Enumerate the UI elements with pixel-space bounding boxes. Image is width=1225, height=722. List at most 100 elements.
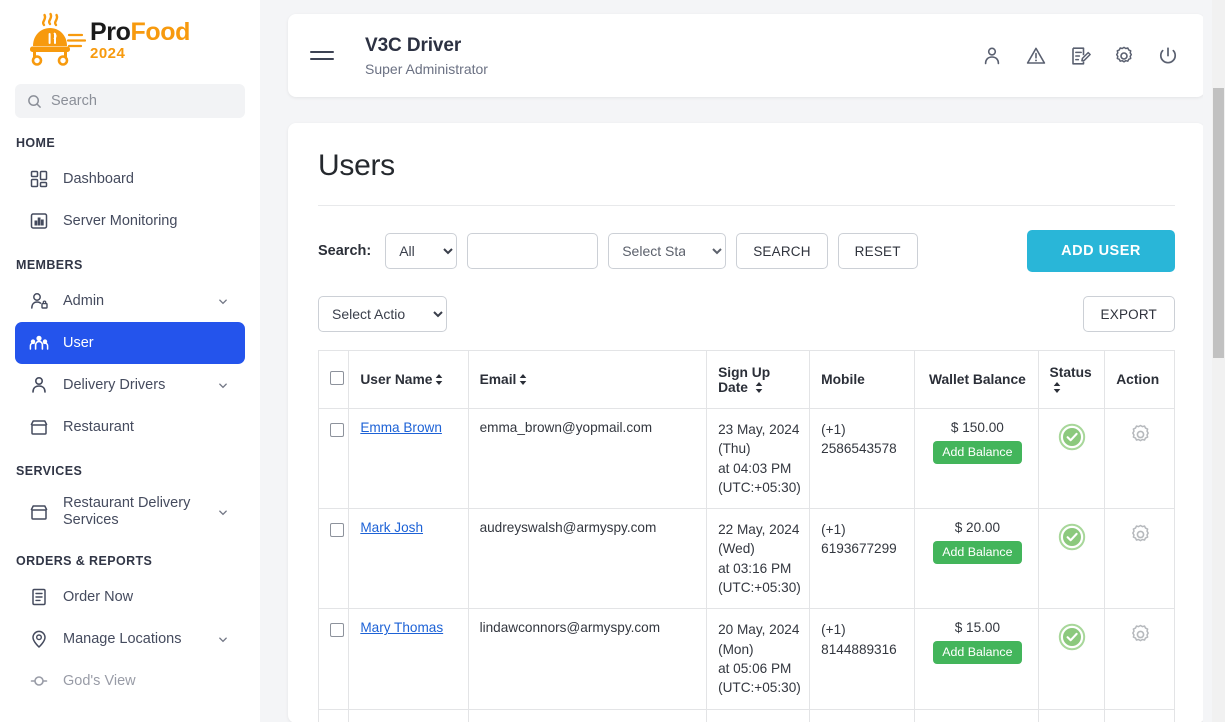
mobile-number: 8144889316 — [821, 641, 897, 657]
main-content: V3C Driver Super Administrator Users Sea… — [260, 0, 1225, 722]
cell-action — [1104, 407, 1175, 510]
chevron-down-icon[interactable] — [213, 380, 233, 391]
sidebar-item-dashboard[interactable]: Dashboard — [15, 158, 245, 200]
settings-gear-icon[interactable] — [1129, 423, 1152, 446]
wallet-amount: $ 15.00 — [954, 620, 1001, 636]
settings-gear-icon[interactable] — [1113, 45, 1135, 67]
sidebar-nav: HOME Dashboard Server Monitoring MEMBERS… — [0, 136, 260, 702]
add-user-button[interactable]: ADD USER — [1027, 230, 1175, 272]
th-user-name[interactable]: User Name — [348, 350, 469, 409]
search-scope-select[interactable]: All — [385, 233, 458, 269]
food-cloche-delivery-icon — [30, 12, 86, 66]
users-panel: Users Search: All Select Status SEARCH R… — [288, 123, 1205, 722]
sidebar-item-user[interactable]: User — [15, 322, 245, 364]
settings-gear-icon[interactable] — [1129, 623, 1152, 646]
green-check-circle-icon[interactable] — [1058, 623, 1086, 651]
row-checkbox[interactable] — [330, 523, 344, 538]
profile-icon[interactable] — [981, 45, 1003, 67]
date-line-1: 23 May, 2024 — [718, 422, 800, 437]
brand-name-food: Food — [130, 17, 190, 46]
sidebar-item-manage-locations[interactable]: Manage Locations — [15, 618, 245, 660]
sort-icon[interactable] — [1053, 381, 1061, 393]
bulk-action-bar: Select Action EXPORT — [318, 296, 1175, 332]
brand-logo[interactable]: ProFood 2024 — [0, 0, 260, 80]
date-line-3: at 05:06 PM — [718, 660, 792, 676]
app-root: ProFood 2024 Search HOME Dashboard Serve… — [0, 0, 1225, 722]
chevron-down-icon[interactable] — [213, 634, 233, 645]
storefront-icon — [30, 505, 48, 520]
sidebar-item-gods-view[interactable]: God's View — [15, 660, 245, 702]
brand-year: 2024 — [90, 44, 126, 62]
sidebar-item-restaurant[interactable]: Restaurant — [15, 406, 245, 448]
green-check-circle-icon[interactable] — [1058, 423, 1086, 451]
power-logout-icon[interactable] — [1157, 45, 1179, 67]
add-balance-button[interactable]: Add Balance — [933, 441, 1022, 464]
sort-icon[interactable] — [519, 374, 527, 385]
cell-wallet: $ 60.00 Add Balance — [914, 708, 1039, 722]
sidebar: ProFood 2024 Search HOME Dashboard Serve… — [0, 0, 260, 722]
chevron-down-icon[interactable] — [213, 507, 233, 518]
select-all-checkbox[interactable] — [330, 371, 344, 385]
bar-chart-icon — [30, 213, 48, 229]
sidebar-item-label: Delivery Drivers — [63, 376, 166, 393]
th-sign-up-date[interactable]: Sign Up Date — [706, 350, 811, 409]
add-balance-button[interactable]: Add Balance — [933, 541, 1022, 565]
topbar: V3C Driver Super Administrator — [288, 14, 1205, 97]
hamburger-menu-icon[interactable] — [310, 47, 336, 65]
th-status[interactable]: Status — [1037, 350, 1106, 409]
search-button[interactable]: SEARCH — [736, 233, 828, 269]
page-scrollbar-thumb[interactable] — [1213, 88, 1224, 358]
search-icon — [28, 94, 41, 108]
select-action-dropdown[interactable]: Select Action — [318, 296, 447, 332]
th-email[interactable]: Email — [467, 350, 708, 409]
nav-section-members: MEMBERS — [16, 258, 83, 272]
table-row: Mary Thomas lindawconnors@armyspy.com 20… — [317, 608, 1175, 710]
add-balance-button[interactable]: Add Balance — [933, 641, 1022, 665]
row-checkbox-cell — [317, 708, 350, 722]
date-line-4: (UTC:+05:30) — [718, 680, 801, 696]
user-name-link[interactable]: Mark Josh — [360, 520, 423, 535]
page-scrollbar[interactable] — [1212, 0, 1225, 722]
reset-button[interactable]: RESET — [837, 233, 918, 269]
status-select[interactable]: Select Status — [608, 233, 727, 269]
user-name-link[interactable]: Emma Brown — [360, 420, 442, 435]
row-checkbox-cell — [317, 608, 350, 710]
cell-sign-up-date: 17 May, 2024 (Fri) at 11:29 AM — [706, 708, 811, 722]
sort-icon[interactable] — [755, 381, 763, 393]
sidebar-item-restaurant-delivery-services[interactable]: Restaurant Delivery Services — [15, 486, 245, 538]
sidebar-item-order-now[interactable]: Order Now — [15, 576, 245, 618]
cell-user-name: Emma Brown — [348, 407, 469, 510]
sidebar-item-server-monitoring[interactable]: Server Monitoring — [15, 200, 245, 242]
user-name-link[interactable]: Mary Thomas — [360, 620, 443, 635]
settings-gear-icon[interactable] — [1129, 523, 1152, 546]
cell-email: lindawconnors@armyspy.com — [467, 608, 708, 710]
green-check-circle-icon[interactable] — [1058, 523, 1086, 551]
th-status-label: Status — [1049, 364, 1092, 380]
search-label: Search: — [318, 243, 372, 259]
sidebar-item-label: God's View — [63, 672, 136, 689]
sidebar-search[interactable]: Search — [15, 84, 245, 118]
wallet-amount: $ 20.00 — [954, 520, 1001, 536]
alert-warning-icon[interactable] — [1025, 45, 1047, 67]
map-pin-icon — [32, 630, 46, 649]
th-mobile-label: Mobile — [821, 372, 865, 387]
chevron-down-icon[interactable] — [213, 296, 233, 307]
edit-document-icon[interactable] — [1069, 45, 1091, 67]
cell-action — [1104, 508, 1175, 610]
row-checkbox[interactable] — [330, 423, 344, 437]
cell-mobile: (+1) 8144889316 — [809, 608, 916, 710]
sort-icon[interactable] — [435, 374, 443, 385]
sidebar-item-admin[interactable]: Admin — [15, 280, 245, 322]
cell-wallet: $ 150.00 Add Balance — [914, 407, 1039, 510]
sidebar-item-delivery-drivers[interactable]: Delivery Drivers — [15, 364, 245, 406]
cell-wallet: $ 20.00 Add Balance — [914, 508, 1039, 610]
topbar-icon-group — [981, 45, 1179, 67]
table-header-row: User Name Email Sign Up Date Mobile Wall… — [317, 350, 1175, 409]
row-checkbox-cell — [317, 407, 350, 510]
users-table-body: Emma Brown emma_brown@yopmail.com 23 May… — [317, 407, 1175, 722]
row-checkbox[interactable] — [330, 623, 344, 638]
page-right-gutter — [1203, 0, 1212, 722]
date-line-1: 22 May, 2024 — [718, 522, 800, 538]
search-input[interactable] — [467, 233, 599, 269]
export-button[interactable]: EXPORT — [1082, 296, 1175, 332]
